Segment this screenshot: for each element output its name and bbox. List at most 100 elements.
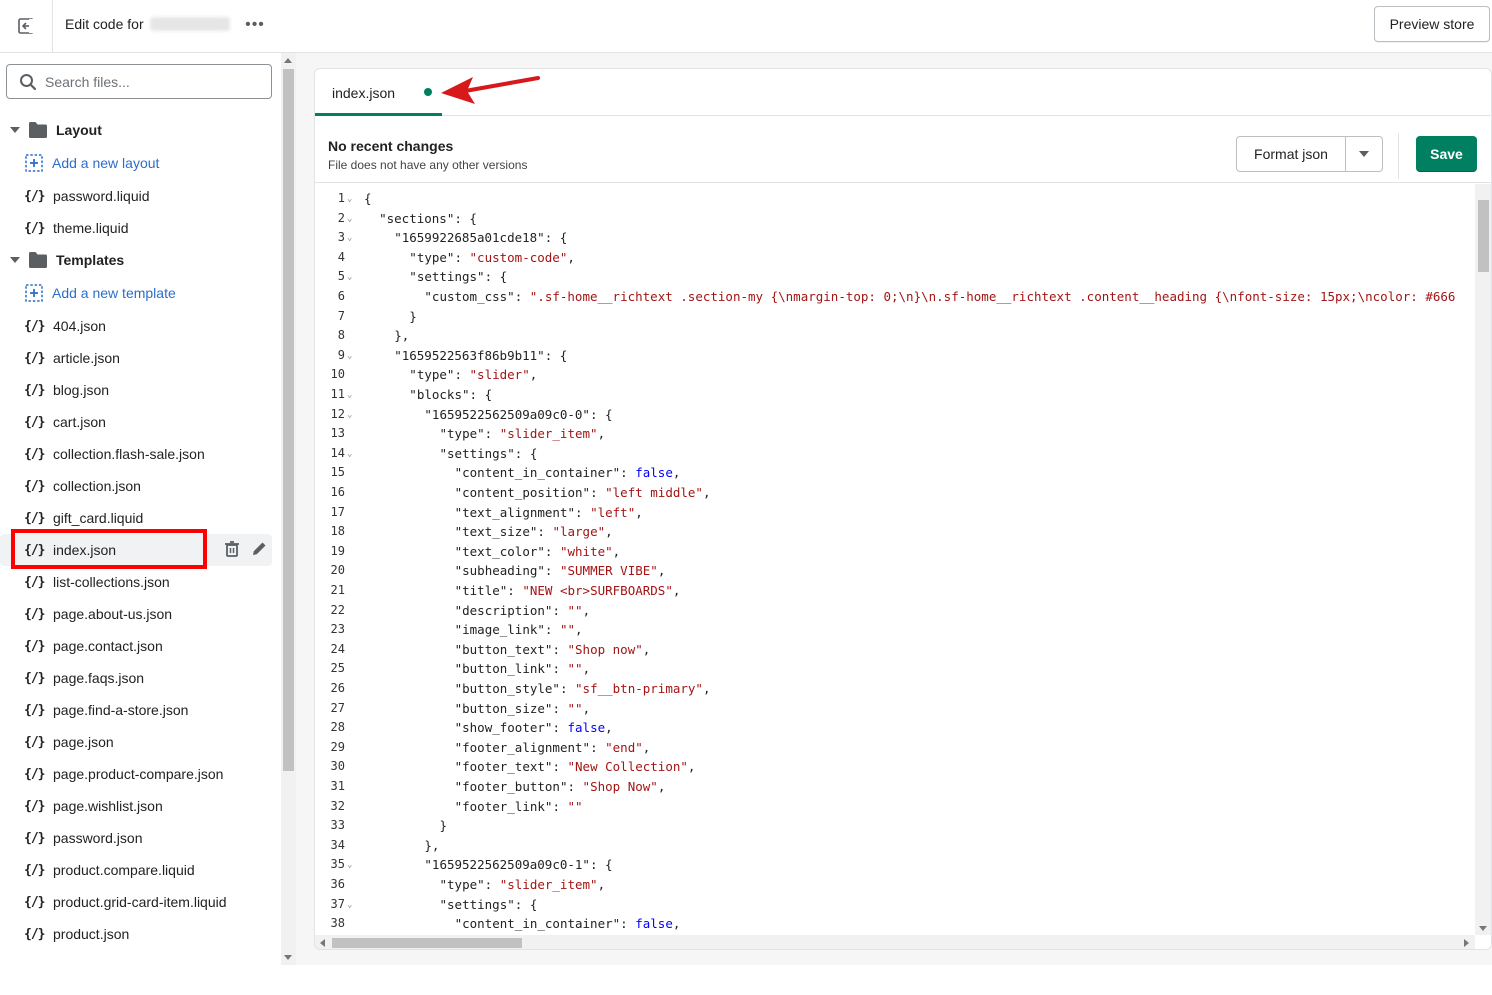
code-line[interactable]: 32 "footer_link": "" (315, 797, 1475, 817)
format-json-button[interactable]: Format json (1237, 137, 1346, 171)
caret-down-icon[interactable] (10, 257, 20, 263)
file-item[interactable]: {/} product.json (0, 918, 280, 950)
code-line[interactable]: 33} (315, 816, 1475, 836)
folder-layout[interactable]: Layout (0, 114, 280, 146)
file-item[interactable]: {/} collection.json (0, 470, 280, 502)
scroll-down-arrow-icon[interactable] (1479, 926, 1487, 931)
delete-icon[interactable] (224, 540, 240, 558)
code-line[interactable]: 8}, (315, 326, 1475, 346)
fold-chevron-icon[interactable]: ⌄ (347, 347, 352, 367)
fold-chevron-icon[interactable]: ⌄ (347, 268, 352, 288)
code-line[interactable]: 14 ⌄ "settings": { (315, 444, 1475, 464)
search-input[interactable] (45, 73, 245, 90)
code-line[interactable]: 10 "type": "slider", (315, 365, 1475, 385)
code-line[interactable]: 1 ⌄ { (315, 189, 1475, 209)
code-line[interactable]: 22 "description": "", (315, 601, 1475, 621)
caret-down-icon[interactable] (10, 127, 20, 133)
file-item[interactable]: {/} list-collections.json (0, 566, 280, 598)
file-item[interactable]: {/} page.contact.json (0, 630, 280, 662)
add-layout-link[interactable]: Add a new layout (0, 146, 280, 180)
code-vertical-scrollbar[interactable] (1475, 184, 1491, 935)
file-item[interactable]: {/} article.json (0, 342, 280, 374)
code-line[interactable]: 17 "text_alignment": "left", (315, 503, 1475, 523)
code-line[interactable]: 35 ⌄ "1659522562509a09c0-1": { (315, 855, 1475, 875)
tab-index-json[interactable]: index.json (315, 69, 442, 116)
fold-chevron-icon[interactable]: ⌄ (347, 386, 352, 406)
code-line[interactable]: 15 "content_in_container": false, (315, 463, 1475, 483)
scroll-up-arrow-icon[interactable] (284, 58, 292, 63)
code-line[interactable]: 9 ⌄ "1659522563f86b9b11": { (315, 346, 1475, 366)
fold-chevron-icon[interactable]: ⌄ (347, 896, 352, 916)
fold-chevron-icon[interactable]: ⌄ (347, 229, 352, 249)
file-item[interactable]: {/} page.find-a-store.json (0, 694, 280, 726)
code-line[interactable]: 4 "type": "custom-code", (315, 248, 1475, 268)
code-line[interactable]: 11 ⌄ "blocks": { (315, 385, 1475, 405)
code-line[interactable]: 6 "custom_css": ".sf-home__richtext .sect… (315, 287, 1475, 307)
search-box[interactable] (6, 64, 272, 99)
exit-button[interactable] (0, 0, 53, 52)
code-editor[interactable]: 1 ⌄{2 ⌄ "sections": {3 ⌄ "1659922685a01cde18"… (315, 184, 1475, 935)
file-item[interactable]: {/} page.product-compare.json (0, 758, 280, 790)
folder-templates[interactable]: Templates (0, 244, 280, 276)
code-line[interactable]: 29 "footer_alignment": "end", (315, 738, 1475, 758)
scroll-left-arrow-icon[interactable] (320, 939, 325, 947)
code-line[interactable]: 20 "subheading": "SUMMER VIBE", (315, 561, 1475, 581)
file-item[interactable]: {/} theme.liquid (0, 212, 280, 244)
rename-pencil-icon[interactable] (250, 540, 268, 558)
file-item[interactable]: {/} 404.json (0, 310, 280, 342)
file-item[interactable]: {/} page.json (0, 726, 280, 758)
code-horizontal-scrollbar[interactable] (315, 935, 1475, 949)
save-button[interactable]: Save (1416, 136, 1477, 172)
file-item[interactable]: {/} cart.json (0, 406, 280, 438)
code-line[interactable]: 19 "text_color": "white", (315, 542, 1475, 562)
code-line[interactable]: 37 ⌄ "settings": { (315, 895, 1475, 915)
file-item[interactable]: {/} page.faqs.json (0, 662, 280, 694)
file-item[interactable]: {/} blog.json (0, 374, 280, 406)
code-line[interactable]: 18 "text_size": "large", (315, 522, 1475, 542)
code-line[interactable]: 28 "show_footer": false, (315, 718, 1475, 738)
file-item-active[interactable]: {/} index.json (0, 529, 272, 569)
code-line[interactable]: 16 "content_position": "left middle", (315, 483, 1475, 503)
code-line[interactable]: 38 "content_in_container": false, (315, 914, 1475, 934)
code-line[interactable]: 27 "button_size": "", (315, 699, 1475, 719)
add-template-link[interactable]: Add a new template (0, 276, 280, 310)
code-line[interactable]: 36 "type": "slider_item", (315, 875, 1475, 895)
fold-chevron-icon[interactable]: ⌄ (347, 210, 352, 230)
file-item[interactable]: {/} product.grid-card-item.liquid (0, 886, 280, 918)
fold-chevron-icon[interactable]: ⌄ (347, 445, 352, 465)
code-line[interactable]: 5 ⌄ "settings": { (315, 267, 1475, 287)
code-line[interactable]: 24 "button_text": "Shop now", (315, 640, 1475, 660)
file-item[interactable]: {/} page.about-us.json (0, 598, 280, 630)
code-line[interactable]: 3 ⌄ "1659922685a01cde18": { (315, 228, 1475, 248)
code-line[interactable]: 23 "image_link": "", (315, 620, 1475, 640)
code-line[interactable]: 13 "type": "slider_item", (315, 424, 1475, 444)
code-line[interactable]: 12 ⌄ "1659522562509a09c0-0": { (315, 405, 1475, 425)
code-line[interactable]: 25 "button_link": "", (315, 659, 1475, 679)
file-item[interactable]: {/} gift_card.liquid (0, 502, 280, 534)
file-item[interactable]: {/} product.compare.liquid (0, 854, 280, 886)
code-line[interactable]: 21 "title": "NEW <br>SURFBOARDS", (315, 581, 1475, 601)
code-line[interactable]: 34}, (315, 836, 1475, 856)
fold-chevron-icon[interactable]: ⌄ (347, 190, 352, 210)
scrollbar-thumb[interactable] (283, 69, 294, 771)
code-line[interactable]: 30 "footer_text": "New Collection", (315, 757, 1475, 777)
scrollbar-thumb[interactable] (332, 938, 522, 948)
format-options-button[interactable] (1346, 137, 1382, 171)
scroll-right-arrow-icon[interactable] (1464, 939, 1469, 947)
file-item[interactable]: {/} password.json (0, 822, 280, 854)
more-actions-button[interactable]: ••• (242, 14, 268, 36)
fold-chevron-icon[interactable]: ⌄ (347, 406, 352, 426)
file-item[interactable]: {/} page.wishlist.json (0, 790, 280, 822)
code-line[interactable]: 2 ⌄ "sections": { (315, 209, 1475, 229)
sidebar-scrollbar[interactable] (281, 53, 296, 965)
fold-chevron-icon[interactable]: ⌄ (347, 856, 352, 876)
code-line[interactable]: 31 "footer_button": "Shop Now", (315, 777, 1475, 797)
scrollbar-thumb[interactable] (1478, 200, 1489, 272)
file-item[interactable]: {/} password.liquid (0, 180, 280, 212)
file-item[interactable]: {/} collection.flash-sale.json (0, 438, 280, 470)
scroll-down-arrow-icon[interactable] (284, 955, 292, 960)
code-line[interactable]: 7} (315, 307, 1475, 327)
preview-store-button[interactable]: Preview store (1374, 6, 1490, 42)
code-line[interactable]: 26 "button_style": "sf__btn-primary", (315, 679, 1475, 699)
string-token: "" (567, 661, 583, 677)
